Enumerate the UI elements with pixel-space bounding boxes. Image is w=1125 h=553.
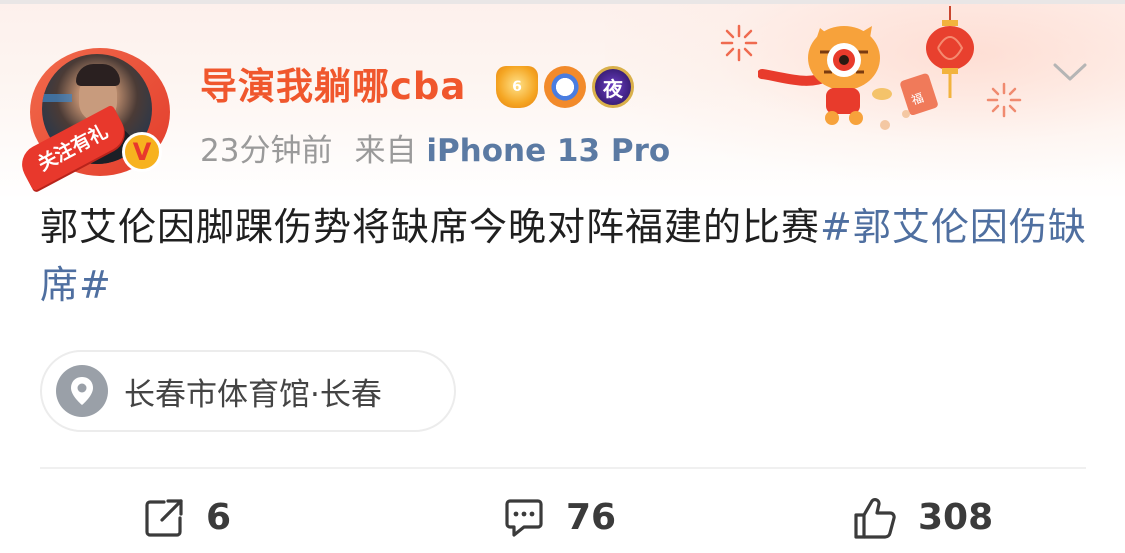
post-content: 郭艾伦因脚踝伤势将缺席今晚对阵福建的比赛#郭艾伦因伤缺席#	[40, 198, 1090, 314]
thumbs-up-icon	[854, 498, 896, 539]
location-pin-glyph	[71, 377, 93, 405]
username[interactable]: 导演我躺哪cba	[200, 62, 466, 112]
avatar-hair	[76, 64, 120, 86]
source-prefix: 来自	[354, 133, 417, 169]
weibo-post-card: 福 关注有礼 V 导演我躺哪cba 6 夜 23分钟前 来自 iPhone 13 …	[0, 0, 1125, 553]
action-divider	[40, 467, 1086, 469]
source-device[interactable]: iPhone 13 Pro	[426, 133, 670, 169]
night-badge-label: 夜	[603, 76, 623, 101]
firework-decoration-icon	[986, 82, 1022, 118]
comment-button[interactable]: 76	[502, 492, 616, 544]
coin-decoration	[902, 110, 910, 118]
night-badge-icon[interactable]: 夜	[592, 66, 634, 108]
avatar-container[interactable]: 关注有礼 V	[15, 46, 170, 192]
post-text: 郭艾伦因脚踝伤势将缺席今晚对阵福建的比赛	[40, 205, 821, 249]
comment-count: 76	[566, 497, 617, 538]
repost-icon	[145, 499, 183, 537]
repost-count: 6	[206, 497, 232, 538]
crown-badge-icon[interactable]: 6	[496, 66, 538, 108]
chevron-down-icon[interactable]	[1052, 60, 1088, 84]
location-text: 长春市体育馆·长春	[124, 376, 382, 413]
avatar-background-light	[42, 94, 72, 102]
top-divider	[0, 0, 1125, 4]
firework-decoration-icon	[720, 24, 758, 62]
coin-decoration	[880, 120, 890, 130]
repost-button[interactable]: 6	[142, 492, 231, 544]
tiger-mascot-icon	[758, 26, 892, 125]
verified-icon: V	[122, 132, 162, 172]
eye-badge-icon[interactable]	[544, 66, 586, 108]
location-pin-icon	[56, 365, 108, 417]
comment-icon	[505, 499, 543, 537]
post-meta: 23分钟前 来自 iPhone 13 Pro	[200, 128, 670, 174]
like-count: 308	[918, 497, 994, 538]
location-chip[interactable]: 长春市体育馆·长春	[40, 350, 456, 432]
user-badges: 6 夜	[496, 64, 634, 110]
crown-badge-level: 6	[512, 79, 522, 95]
like-button[interactable]: 308	[852, 492, 993, 544]
post-time: 23分钟前	[200, 133, 333, 169]
